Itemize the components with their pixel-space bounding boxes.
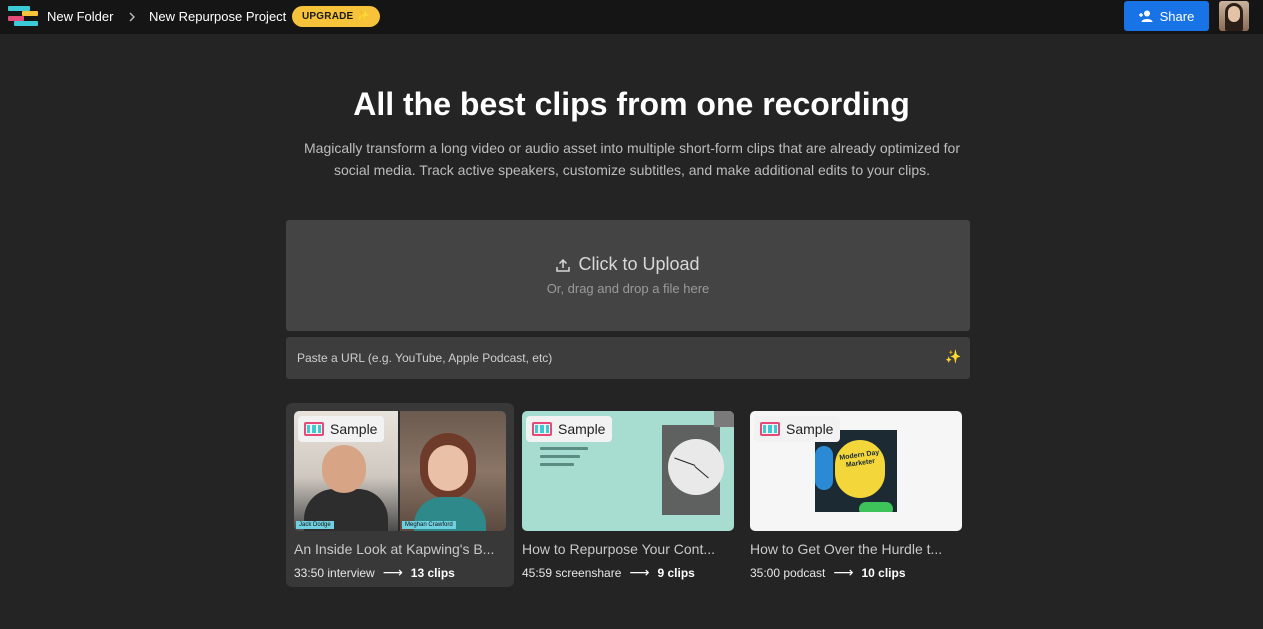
sample-clip-count: 10 clips [861, 565, 906, 580]
sample-duration-type: 45:59 screenshare [522, 565, 622, 580]
sample-card-interview[interactable]: Jack Dodge Meghan Crawford Sample An Ins… [286, 403, 514, 587]
top-bar: New Folder New Repurpose Project UPGRADE… [0, 0, 1263, 34]
share-button[interactable]: Share [1124, 1, 1209, 31]
upload-icon [556, 258, 571, 272]
sample-badge: Sample [754, 416, 841, 442]
upload-subtitle: Or, drag and drop a file here [546, 281, 710, 296]
url-input[interactable] [286, 337, 970, 379]
upload-dropzone[interactable]: Click to Upload Or, drag and drop a file… [286, 220, 970, 331]
arrow-right-icon: ⟶ [382, 564, 403, 580]
sample-badge: Sample [298, 416, 385, 442]
sample-meta: 35:00 podcast ⟶ 10 clips [750, 564, 906, 581]
sample-badge-label: Sample [330, 421, 378, 437]
sample-duration-type: 35:00 podcast [750, 565, 826, 580]
sample-card-screenshare[interactable]: pose Sample How to Repurpose Your Cont..… [514, 403, 742, 587]
upgrade-button[interactable]: UPGRADE ✨ [292, 6, 381, 27]
sample-title: An Inside Look at Kapwing's B... [294, 541, 495, 557]
sample-badge-label: Sample [558, 421, 606, 437]
sample-badge-label: Sample [786, 421, 834, 437]
sample-title: How to Get Over the Hurdle t... [750, 541, 943, 557]
page-title: All the best clips from one recording [353, 86, 910, 122]
sample-card-podcast[interactable]: Modern Day Marketer Sample How to Get Ov… [742, 403, 970, 587]
sample-title: How to Repurpose Your Cont... [522, 541, 716, 557]
kapwing-logo-icon[interactable] [8, 6, 38, 28]
sample-thumbnail: Jack Dodge Meghan Crawford Sample [294, 411, 506, 531]
film-icon [304, 422, 324, 436]
upgrade-label: UPGRADE [302, 11, 354, 22]
share-label: Share [1159, 8, 1195, 24]
arrow-right-icon: ⟶ [629, 564, 650, 580]
sample-badge: Sample [526, 416, 613, 442]
upload-title: Click to Upload [578, 254, 700, 274]
sparkle-icon: ✨ [357, 11, 371, 22]
arrow-right-icon: ⟶ [833, 564, 854, 580]
chevron-right-icon [129, 12, 135, 22]
film-icon [532, 422, 552, 436]
sample-clip-count: 9 clips [657, 565, 695, 580]
film-icon [760, 422, 780, 436]
speaker-name-tag: Meghan Crawford [402, 521, 456, 529]
breadcrumb-folder[interactable]: New Folder [47, 9, 113, 24]
sample-thumbnail: pose Sample [522, 411, 734, 531]
user-avatar[interactable] [1219, 1, 1249, 31]
breadcrumb-project[interactable]: New Repurpose Project [149, 9, 286, 24]
magic-sparkle-icon[interactable]: ✨ [945, 349, 961, 365]
sample-thumbnail: Modern Day Marketer Sample [750, 411, 962, 531]
sample-meta: 45:59 screenshare ⟶ 9 clips [522, 564, 695, 581]
sample-duration-type: 33:50 interview [294, 565, 375, 580]
page-subtitle: Magically transform a long video or audi… [304, 140, 960, 178]
speaker-name-tag: Jack Dodge [296, 521, 334, 529]
add-person-icon [1138, 10, 1153, 22]
sample-clip-count: 13 clips [410, 565, 455, 580]
upload-title-row: Click to Upload [286, 254, 970, 275]
sample-meta: 33:50 interview ⟶ 13 clips [294, 564, 455, 581]
